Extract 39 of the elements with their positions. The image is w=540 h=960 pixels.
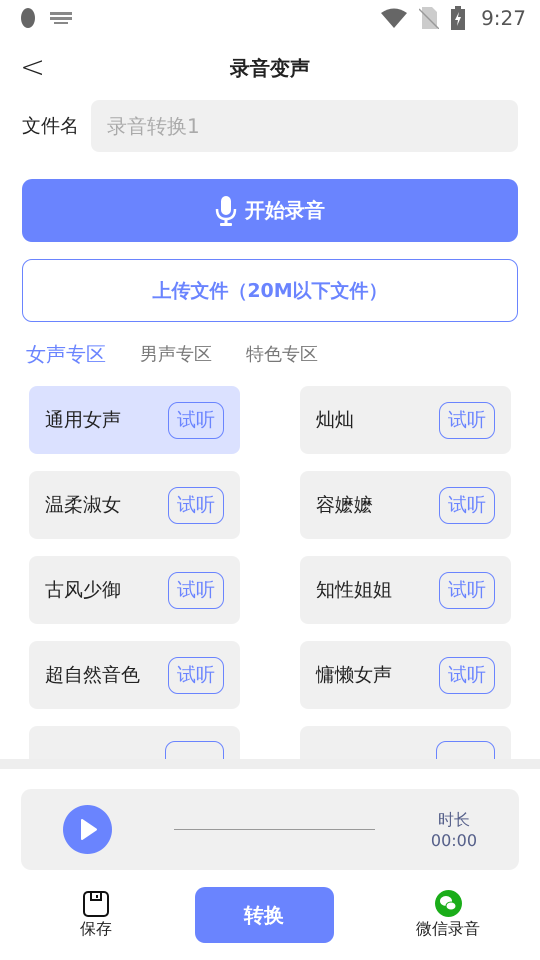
voice-name: 超自然音色 xyxy=(45,663,140,688)
voice-card[interactable]: 慵懒女声 试听 xyxy=(300,641,511,709)
preview-button[interactable]: 试听 xyxy=(168,486,224,524)
voice-card[interactable]: 超自然音色 试听 xyxy=(29,641,240,709)
preview-button[interactable]: 试听 xyxy=(439,486,495,524)
file-name-field[interactable]: 录音转换1 xyxy=(91,100,518,152)
back-button[interactable]: < xyxy=(16,50,50,85)
upload-button[interactable]: 上传文件（20M以下文件） xyxy=(22,259,518,322)
voice-name: 通用女声 xyxy=(45,408,121,433)
voice-name: 慵懒女声 xyxy=(316,663,392,688)
page-title: 录音变声 xyxy=(230,54,310,82)
category-tab[interactable]: 特色专区 xyxy=(246,342,318,366)
file-name-label: 文件名 xyxy=(22,114,79,139)
preview-button[interactable]: 试听 xyxy=(168,572,224,608)
voice-card[interactable]: 容嬷嬷 试听 xyxy=(300,471,511,539)
preview-button[interactable]: 试听 xyxy=(168,656,224,694)
voice-name: 知性姐姐 xyxy=(316,578,392,603)
status-time: 9:27 xyxy=(481,6,526,30)
duration-value: 00:00 xyxy=(430,830,477,850)
preview-button[interactable]: 试听 xyxy=(439,402,495,438)
voice-card[interactable]: 通用女声 试听 xyxy=(29,386,240,454)
voice-card[interactable]: 古风少御 试听 xyxy=(29,556,240,624)
record-button[interactable]: 开始录音 xyxy=(22,179,518,242)
voice-name: 灿灿 xyxy=(316,408,354,433)
preview-button[interactable]: 试听 xyxy=(439,572,495,608)
voice-name: 温柔淑女 xyxy=(45,493,121,518)
voice-card[interactable]: 知性姐姐 试听 xyxy=(300,556,511,624)
save-button[interactable]: 保存 xyxy=(80,890,112,940)
voice-card[interactable]: 灿灿 试听 xyxy=(300,386,511,454)
category-tab[interactable]: 男声专区 xyxy=(140,342,212,366)
voice-name: 古风少御 xyxy=(45,578,121,603)
preview-button[interactable]: 试听 xyxy=(168,402,224,438)
category-tab[interactable]: 女声专区 xyxy=(26,340,106,368)
preview-button[interactable]: 试听 xyxy=(439,656,495,694)
voice-name: 容嬷嬷 xyxy=(316,493,373,518)
voice-card[interactable]: 温柔淑女 试听 xyxy=(29,471,240,539)
duration-label: 时长 xyxy=(438,808,470,830)
convert-button[interactable]: 转换 xyxy=(194,887,334,943)
wechat-record-button[interactable]: 微信录音 xyxy=(416,890,480,940)
